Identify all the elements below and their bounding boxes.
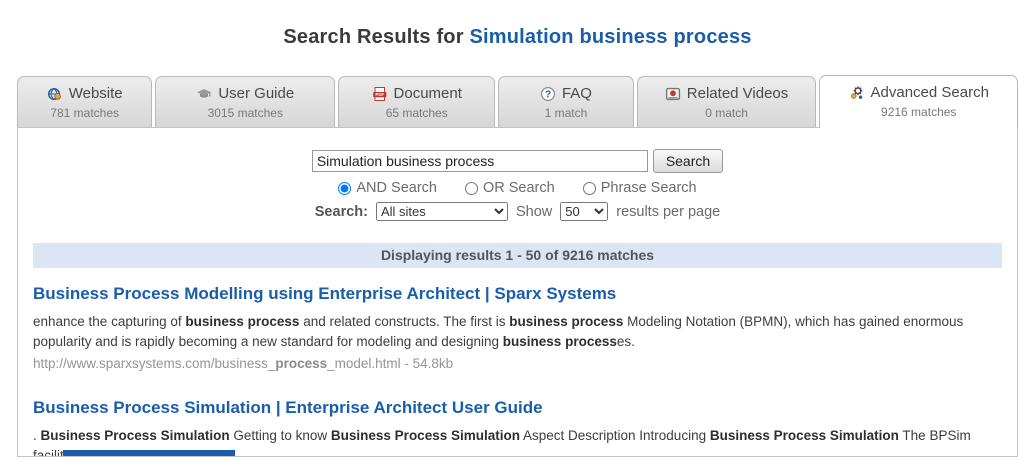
tab-match-count: 3015 matches <box>156 106 334 120</box>
search-mode-radios: AND Search OR Search Phrase Search <box>33 180 1002 196</box>
page-title-query: Simulation business process <box>469 26 751 48</box>
svg-text:PDF: PDF <box>375 92 384 97</box>
tab-label: Website <box>69 85 123 102</box>
search-mode-radio[interactable] <box>338 182 351 195</box>
gears-search-icon <box>849 85 865 101</box>
tab-related-videos[interactable]: Related Videos 0 match <box>637 76 817 127</box>
search-mode-label: AND Search <box>356 180 437 196</box>
tab-website[interactable]: Website 781 matches <box>17 76 152 127</box>
search-mode-option[interactable]: AND Search <box>338 180 437 196</box>
tab-content-panel: Search AND Search OR Search Phrase Searc… <box>17 127 1018 457</box>
result-snippet: enhance the capturing of business proces… <box>33 312 1002 352</box>
tab-user-guide[interactable]: User Guide 3015 matches <box>155 76 335 127</box>
search-mode-option[interactable]: OR Search <box>465 180 555 196</box>
tab-label: User Guide <box>218 85 294 102</box>
results-list: Business Process Modelling using Enterpr… <box>33 283 1002 457</box>
site-select[interactable]: All sites <box>376 202 508 221</box>
search-mode-radio[interactable] <box>465 182 478 195</box>
tab-advanced-search[interactable]: Advanced Search 9216 matches <box>819 75 1018 128</box>
search-mode-option[interactable]: Phrase Search <box>583 180 697 196</box>
tab-faq[interactable]: ? FAQ 1 match <box>498 76 633 127</box>
search-input[interactable] <box>312 150 648 172</box>
search-mode-radio[interactable] <box>583 182 596 195</box>
results-summary-bar: Displaying results 1 - 50 of 9216 matche… <box>33 243 1002 268</box>
tab-label: Advanced Search <box>871 84 989 101</box>
search-result: Business Process Modelling using Enterpr… <box>33 283 1002 373</box>
tab-match-count: 781 matches <box>18 106 151 120</box>
tab-match-count: 0 match <box>638 106 816 120</box>
tab-match-count: 1 match <box>499 106 632 120</box>
question-icon: ? <box>540 86 556 102</box>
tab-document[interactable]: PDF Document 65 matches <box>338 76 495 127</box>
pdf-icon: PDF <box>372 86 388 102</box>
tab-bar: Website 781 matches User Guide 3015 matc… <box>17 75 1018 127</box>
result-url: http://www.sparxsystems.com/business_pro… <box>33 355 1002 373</box>
per-page-suffix: results per page <box>616 204 720 220</box>
search-mode-label: Phrase Search <box>601 180 697 196</box>
result-title-link[interactable]: Business Process Simulation | Enterprise… <box>33 397 1002 419</box>
video-icon <box>665 86 681 102</box>
graduation-cap-icon <box>196 86 212 102</box>
site-select-label: Search: <box>315 204 368 220</box>
show-label: Show <box>516 204 552 220</box>
tab-match-count: 65 matches <box>339 106 494 120</box>
search-button[interactable]: Search <box>653 149 723 173</box>
tab-label: FAQ <box>562 85 592 102</box>
per-page-select[interactable]: 50 <box>560 202 608 221</box>
search-form-row: Search <box>33 149 1002 173</box>
svg-text:?: ? <box>545 89 551 100</box>
globe-search-icon <box>47 86 63 102</box>
tab-match-count: 9216 matches <box>820 105 1017 119</box>
search-mode-label: OR Search <box>483 180 555 196</box>
search-options-row: Search: All sites Show 50 results per pa… <box>33 202 1002 221</box>
tab-label: Document <box>394 85 462 102</box>
clipped-next-result-link[interactable] <box>63 450 235 456</box>
tab-label: Related Videos <box>687 85 788 102</box>
page-title-prefix: Search Results for <box>283 26 469 48</box>
result-title-link[interactable]: Business Process Modelling using Enterpr… <box>33 283 1002 305</box>
search-result: Business Process Simulation | Enterprise… <box>33 397 1002 457</box>
page-title: Search Results for Simulation business p… <box>0 13 1035 49</box>
